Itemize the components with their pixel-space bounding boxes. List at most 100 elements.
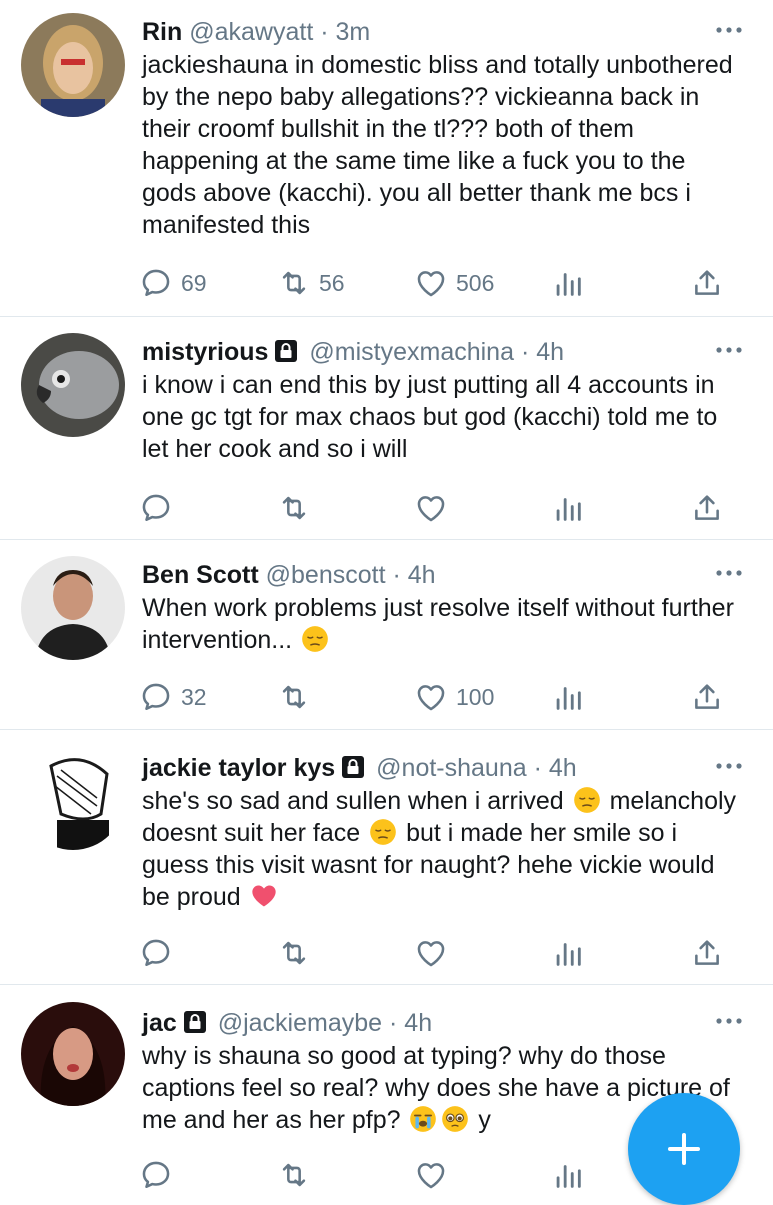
lock-icon [341,755,365,779]
analytics-icon [551,266,585,300]
share-button[interactable] [690,677,724,717]
retweet-button[interactable] [277,488,311,528]
display-name[interactable]: mistyrious [142,338,268,366]
like-count: 506 [456,269,495,296]
analytics-button[interactable] [551,263,585,303]
share-button[interactable] [690,488,724,528]
avatar[interactable] [21,13,125,117]
action-bar: 69 56 506 [0,263,773,303]
user-handle[interactable]: @jackiemaybe [218,1009,382,1037]
analytics-icon [551,936,585,970]
heart-emoji-icon [250,882,278,910]
reply-icon [139,266,173,300]
display-name[interactable]: jackie taylor kys [142,754,335,782]
analytics-button[interactable] [551,933,585,973]
more-icon[interactable] [713,1011,745,1031]
more-icon[interactable] [713,563,745,583]
share-icon [690,266,724,300]
timestamp[interactable]: · 4h [389,1009,432,1037]
tweet[interactable]: Ben Scott @benscott · 4h When work probl… [0,540,773,730]
heart-icon [414,680,448,714]
retweet-button[interactable] [277,933,311,973]
tweet-text: When work problems just resolve itself w… [142,594,734,654]
more-icon[interactable] [713,756,745,776]
user-handle[interactable]: @benscott [266,561,386,589]
timestamp[interactable]: · 4h [521,338,564,366]
share-icon [690,491,724,525]
heart-icon [414,266,448,300]
action-bar [0,933,773,973]
tweet-text: jackieshauna in domestic bliss and total… [142,51,733,239]
avatar[interactable] [21,1002,125,1106]
timestamp[interactable]: · 4h [392,561,435,589]
avatar[interactable] [21,556,125,660]
pleading-emoji-icon [441,1105,469,1133]
user-handle[interactable]: @akawyatt [189,18,313,46]
analytics-icon [551,491,585,525]
retweet-icon [277,680,311,714]
heart-icon [414,936,448,970]
reply-icon [139,680,173,714]
retweet-icon [277,491,311,525]
reply-button[interactable] [139,933,173,973]
reply-button[interactable]: 32 [139,677,207,717]
tweet-text-block: When work problems just resolve itself w… [142,592,737,656]
reply-button[interactable]: 69 [139,263,207,303]
reply-icon [139,936,173,970]
user-handle[interactable]: @not-shauna [376,754,526,782]
like-count: 100 [456,683,495,710]
like-button[interactable] [414,1155,448,1195]
timestamp[interactable]: · 4h [534,754,577,782]
retweet-icon [277,266,311,300]
analytics-button[interactable] [551,1155,585,1195]
tweet-text-block: she's so sad and sullen when i arrived m… [142,785,737,913]
more-icon[interactable] [713,340,745,360]
display-name[interactable]: Rin [142,18,182,46]
retweet-icon [277,1158,311,1192]
like-button[interactable] [414,488,448,528]
tweet[interactable]: Rin @akawyatt · 3m jackieshauna in domes… [0,0,773,317]
more-icon[interactable] [713,20,745,40]
pensive-emoji-icon [369,818,397,846]
timestamp[interactable]: · 3m [320,18,370,46]
tweet-text: i know i can end this by just putting al… [142,371,718,463]
lock-icon [274,339,298,363]
tweet[interactable]: jackie taylor kys @not-shauna · 4h she's… [0,730,773,985]
compose-button[interactable] [628,1093,740,1205]
like-button[interactable]: 506 [414,263,494,303]
lock-icon [183,1010,207,1034]
tweet[interactable]: mistyrious @mistyexmachina · 4h i know i… [0,317,773,540]
heart-icon [414,1158,448,1192]
reply-count: 32 [181,683,207,710]
reply-button[interactable] [139,1155,173,1195]
like-button[interactable] [414,933,448,973]
analytics-icon [551,1158,585,1192]
display-name[interactable]: Ben Scott [142,561,259,589]
action-bar: 32 100 [0,677,773,717]
compose-plus-icon [668,1133,700,1165]
reply-icon [139,491,173,525]
analytics-button[interactable] [551,488,585,528]
display-name[interactable]: jac [142,1009,177,1037]
pensive-emoji-icon [573,786,601,814]
relieved-emoji-icon [301,625,329,653]
retweet-button[interactable]: 56 [277,263,345,303]
retweet-button[interactable] [277,677,311,717]
share-button[interactable] [690,263,724,303]
avatar[interactable] [21,746,125,850]
analytics-button[interactable] [551,677,585,717]
action-bar [0,488,773,528]
retweet-count: 56 [319,269,345,296]
analytics-icon [551,680,585,714]
reply-icon [139,1158,173,1192]
share-button[interactable] [690,933,724,973]
retweet-button[interactable] [277,1155,311,1195]
avatar[interactable] [21,333,125,437]
user-handle[interactable]: @mistyexmachina [309,338,514,366]
share-icon [690,680,724,714]
tweet-text: she's so sad and sullen when i arrived [142,787,564,815]
like-button[interactable]: 100 [414,677,494,717]
reply-button[interactable] [139,488,173,528]
reply-count: 69 [181,269,207,296]
retweet-icon [277,936,311,970]
